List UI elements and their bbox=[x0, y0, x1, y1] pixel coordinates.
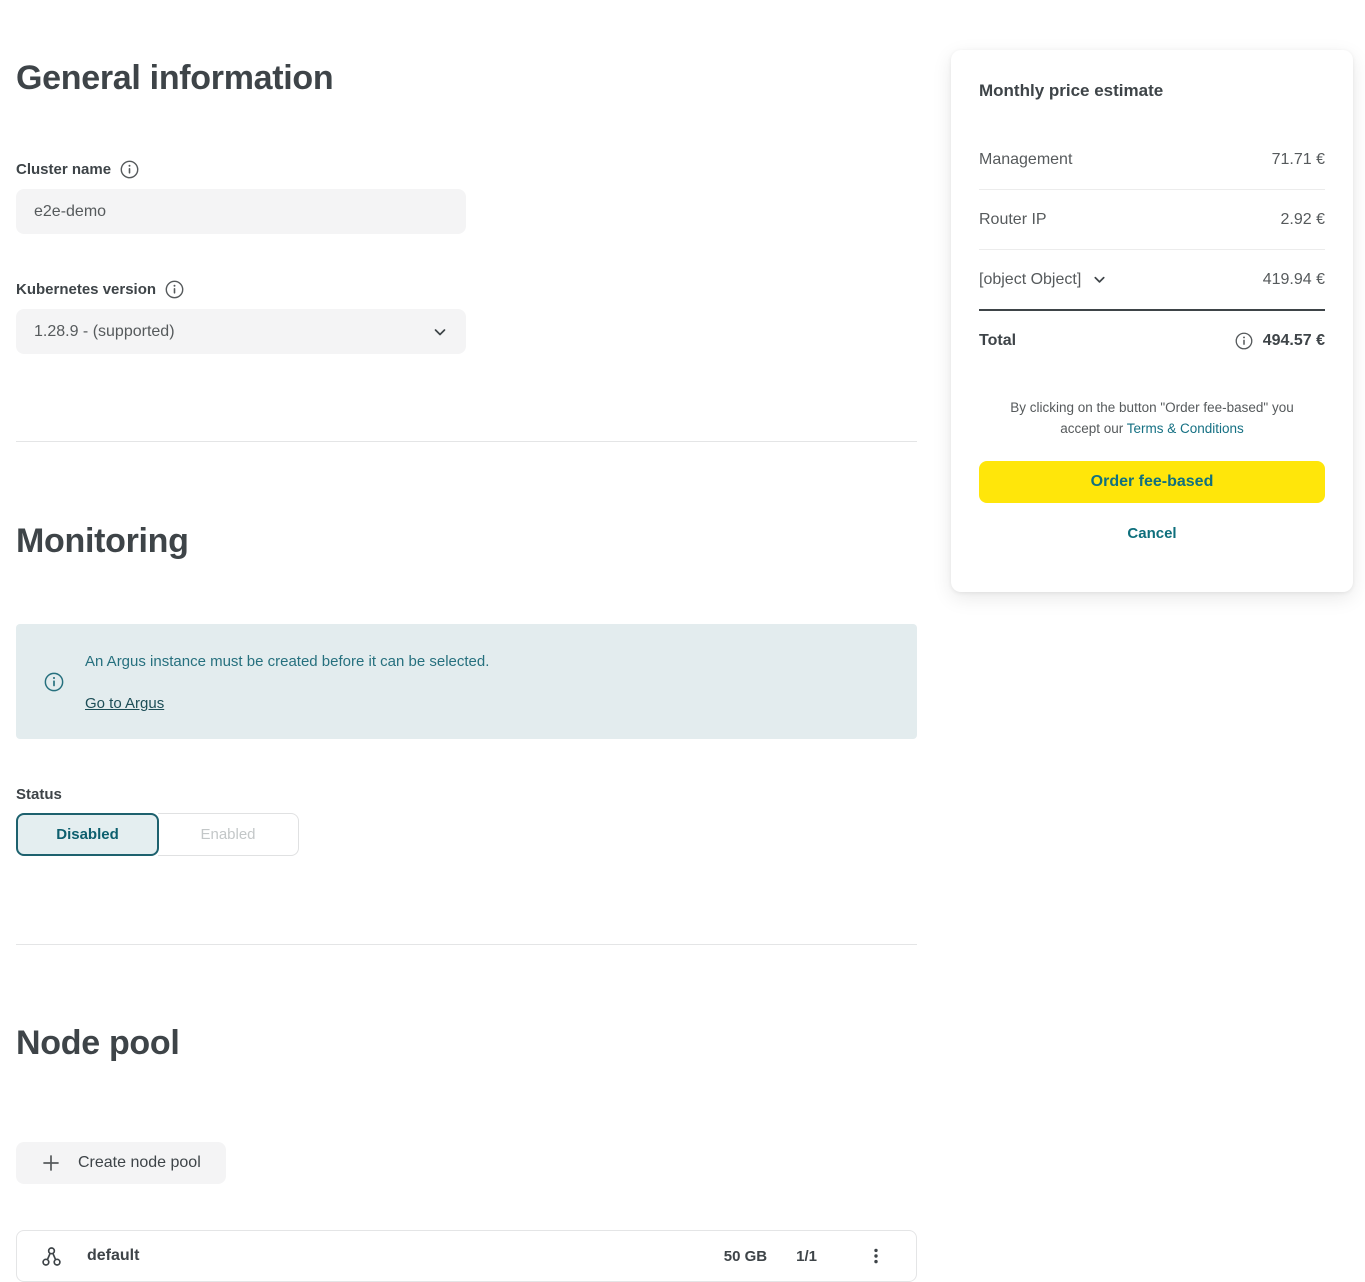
info-icon[interactable] bbox=[120, 160, 139, 179]
node-pool-menu-button[interactable] bbox=[860, 1242, 892, 1270]
status-label-row: Status bbox=[16, 786, 917, 804]
price-row-router-ip: Router IP 2.92 € bbox=[979, 190, 1325, 250]
argus-info-alert: An Argus instance must be created before… bbox=[16, 624, 917, 739]
total-label: Total bbox=[979, 330, 1016, 351]
monthly-price-estimate-card: Monthly price estimate Management 71.71 … bbox=[951, 50, 1353, 592]
node-pool-metrics: 50 GB 1/1 bbox=[724, 1242, 892, 1270]
price-row-value: 2.92 € bbox=[1281, 209, 1325, 230]
chevron-down-icon[interactable] bbox=[1092, 272, 1107, 287]
k8s-version-selected-value: 1.28.9 - (supported) bbox=[34, 323, 175, 341]
general-information-title: General information bbox=[16, 58, 917, 98]
price-card-title: Monthly price estimate bbox=[979, 80, 1325, 102]
terms-line2-prefix: accept our bbox=[1060, 421, 1127, 436]
price-rows: Management 71.71 € Router IP 2.92 € [obj… bbox=[979, 130, 1325, 309]
monitoring-title: Monitoring bbox=[16, 521, 917, 561]
price-row-label: Router IP bbox=[979, 209, 1047, 230]
kebab-icon bbox=[866, 1246, 886, 1266]
order-fee-based-button[interactable]: Order fee-based bbox=[979, 461, 1325, 503]
alert-body: An Argus instance must be created before… bbox=[85, 652, 489, 713]
price-row-label: [object Object] bbox=[979, 269, 1081, 290]
alert-message: An Argus instance must be created before… bbox=[85, 652, 489, 671]
status-label: Status bbox=[16, 786, 62, 804]
k8s-version-label: Kubernetes version bbox=[16, 281, 156, 299]
total-value: 494.57 € bbox=[1263, 330, 1325, 351]
cancel-button[interactable]: Cancel bbox=[1127, 525, 1176, 542]
section-divider bbox=[16, 441, 917, 442]
terms-text: By clicking on the button "Order fee-bas… bbox=[979, 397, 1325, 439]
node-pool-node-count: 1/1 bbox=[796, 1248, 817, 1265]
node-pool-title: Node pool bbox=[16, 1023, 917, 1063]
chevron-down-icon bbox=[432, 324, 448, 340]
node-pool-icon bbox=[41, 1246, 62, 1267]
node-pool-row[interactable]: default 50 GB 1/1 bbox=[16, 1230, 917, 1282]
plus-icon bbox=[41, 1153, 61, 1173]
info-icon bbox=[44, 650, 64, 713]
info-icon[interactable] bbox=[165, 280, 184, 299]
go-to-argus-link[interactable]: Go to Argus bbox=[85, 695, 164, 712]
status-option-enabled[interactable]: Enabled bbox=[158, 813, 299, 856]
info-icon[interactable] bbox=[1235, 332, 1253, 350]
price-row-value: 71.71 € bbox=[1272, 149, 1325, 170]
create-node-pool-label: Create node pool bbox=[78, 1154, 201, 1172]
status-toggle: Disabled Enabled bbox=[16, 813, 299, 856]
cluster-name-label: Cluster name bbox=[16, 161, 111, 179]
k8s-version-label-row: Kubernetes version bbox=[16, 280, 917, 299]
price-row-label: Management bbox=[979, 149, 1072, 170]
price-row-node-pools: [object Object] 419.94 € bbox=[979, 250, 1325, 309]
status-option-disabled[interactable]: Disabled bbox=[16, 813, 159, 856]
main-form: General information Cluster name Kuberne… bbox=[16, 0, 917, 1282]
terms-and-conditions-link[interactable]: Terms & Conditions bbox=[1127, 421, 1244, 436]
node-pool-storage: 50 GB bbox=[724, 1248, 767, 1265]
create-node-pool-button[interactable]: Create node pool bbox=[16, 1142, 226, 1184]
price-row-management: Management 71.71 € bbox=[979, 130, 1325, 190]
total-row: Total 494.57 € bbox=[979, 311, 1325, 370]
terms-line1: By clicking on the button "Order fee-bas… bbox=[1010, 400, 1294, 415]
price-row-value: 419.94 € bbox=[1263, 269, 1325, 290]
cluster-name-input[interactable] bbox=[16, 189, 466, 234]
k8s-version-select[interactable]: 1.28.9 - (supported) bbox=[16, 309, 466, 354]
cluster-name-label-row: Cluster name bbox=[16, 160, 917, 179]
section-divider bbox=[16, 944, 917, 945]
node-pool-name: default bbox=[87, 1247, 139, 1265]
